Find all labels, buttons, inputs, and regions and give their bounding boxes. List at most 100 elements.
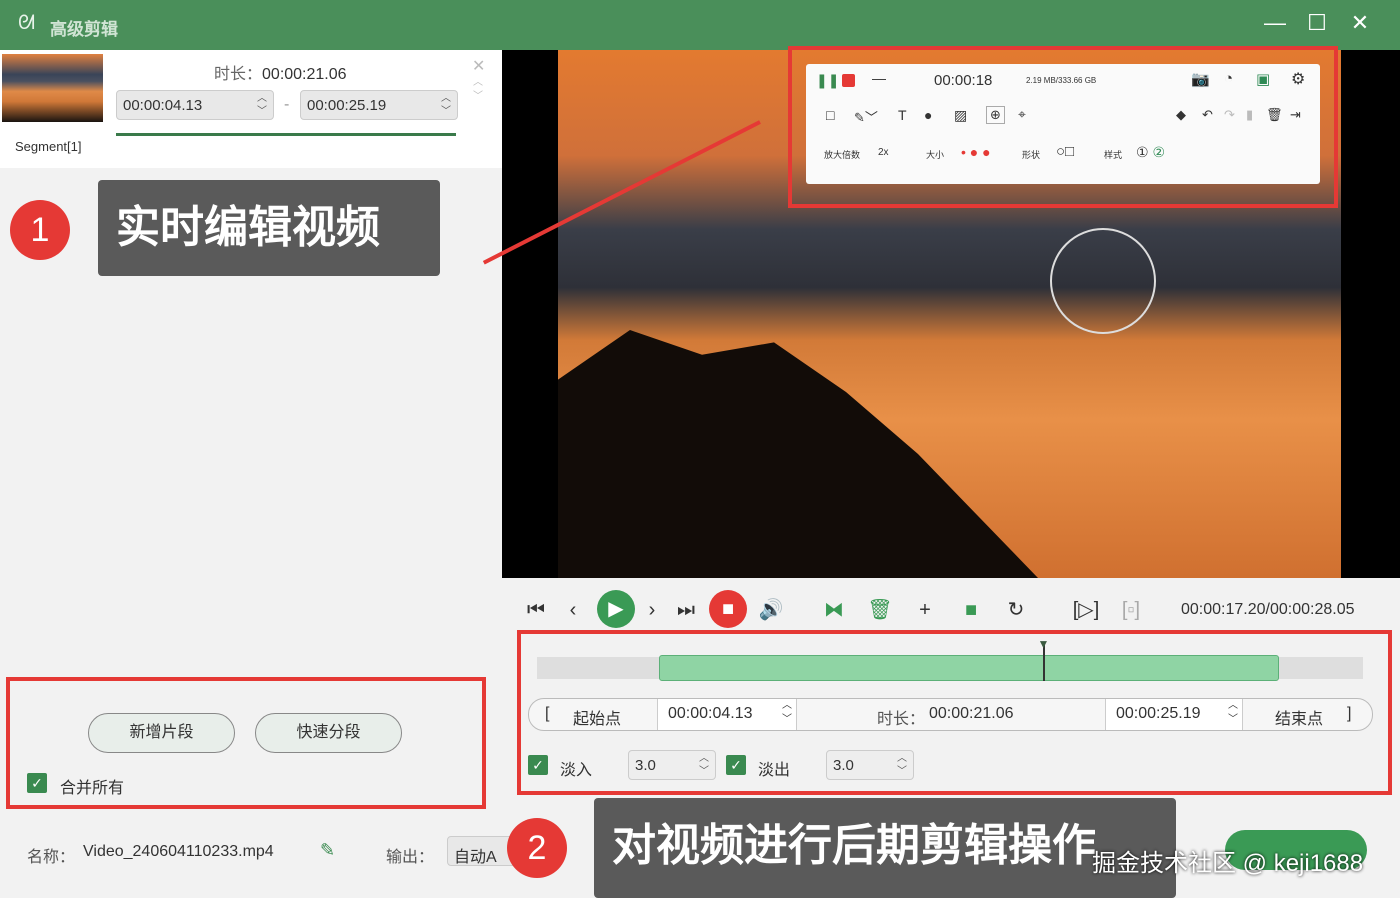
quick-split-button[interactable]: 快速分段	[255, 713, 402, 753]
fade-out-value: 3.0	[833, 757, 854, 774]
camera-icon[interactable]: 📷	[1191, 70, 1210, 88]
skip-start-icon[interactable]: ⏮	[520, 594, 552, 626]
add-icon[interactable]: +	[909, 594, 941, 626]
start-value: 00:00:04.13	[123, 97, 203, 114]
minimize-toolbar-icon[interactable]: —	[872, 70, 886, 86]
next-frame-icon[interactable]: ›	[636, 594, 668, 626]
callout-badge-1: 1	[10, 200, 70, 260]
trim-duration: 00:00:21.06	[929, 705, 1014, 722]
fade-in-checkbox[interactable]: ✓	[528, 755, 548, 775]
mark-in-icon[interactable]: [▷]	[1070, 594, 1102, 626]
timer-icon[interactable]: ◔	[1224, 70, 1233, 87]
timeline-selection[interactable]	[658, 655, 1279, 681]
trim-start-input[interactable]: 00:00:04.13 ︿ ﹀	[657, 699, 797, 730]
text-tool-icon[interactable]: T	[898, 107, 907, 123]
trim-end-input[interactable]: 00:00:25.19 ︿ ﹀	[1105, 699, 1243, 730]
merge-all-checkbox[interactable]: ✓	[27, 773, 47, 793]
zoom-label: 放大倍数	[824, 150, 861, 160]
tree-silhouette	[558, 330, 1038, 578]
volume-icon[interactable]: 🔊	[755, 594, 787, 626]
pause-icon[interactable]: ❚❚	[816, 72, 839, 89]
eraser-icon[interactable]: ◆	[1176, 107, 1186, 123]
spinner-arrows-icon[interactable]: ︿ ﹀	[699, 752, 709, 778]
zoom-tool-icon[interactable]: ⊕	[986, 106, 1005, 124]
playhead[interactable]: ▼	[1037, 637, 1049, 681]
blur-tool-icon[interactable]: ●	[924, 107, 932, 123]
redo-icon[interactable]: ↷	[1224, 107, 1235, 123]
file-name: Video_240604110233.mp4	[83, 843, 274, 860]
duration-label: 时长：	[214, 66, 263, 83]
close-button[interactable]: ✕	[1345, 10, 1375, 36]
edit-name-icon[interactable]: ✎	[320, 840, 335, 861]
zoom-lens-cursor	[1050, 228, 1156, 334]
move-segment-icon[interactable]: ︿ ﹀	[473, 76, 483, 104]
spinner-arrows-icon[interactable]: ︿ ﹀	[897, 752, 907, 778]
playback-time: 00:00:17.20/00:00:28.05	[1181, 601, 1355, 618]
trash-icon[interactable]: 🗑	[1266, 107, 1283, 123]
play-button[interactable]: ▶	[597, 590, 635, 628]
watermark: 掘金技术社区 @ keji1688	[1092, 850, 1364, 877]
spinner-arrows-icon[interactable]: ︿ ﹀	[257, 92, 267, 118]
fade-out-label: 淡出	[758, 762, 791, 779]
split-icon[interactable]: ⧓	[818, 594, 850, 626]
output-label: 输出：	[386, 849, 435, 866]
callout-badge-2: 2	[507, 818, 567, 878]
reset-icon[interactable]: ↻	[1000, 594, 1032, 626]
undo-icon[interactable]: ↶	[1202, 107, 1213, 123]
storage-info: 2.19 MB/333.66 GB	[1026, 76, 1097, 85]
minimize-button[interactable]: —	[1260, 10, 1290, 36]
callout-2: 对视频进行后期剪辑操作	[594, 798, 1176, 898]
spinner-arrows-icon[interactable]: ︿ ﹀	[782, 699, 792, 727]
exit-icon[interactable]: ⇥	[1290, 107, 1301, 123]
prev-frame-icon[interactable]: ‹	[557, 594, 589, 626]
window-title: 高级剪辑	[50, 20, 118, 39]
segment-end-input[interactable]: 00:00:25.19 ︿ ﹀	[300, 90, 458, 120]
fade-in-input[interactable]: 3.0 ︿ ﹀	[628, 750, 716, 780]
mark-out-icon[interactable]: [▫]	[1115, 594, 1147, 626]
size-options[interactable]: • ● ●	[961, 144, 991, 160]
zoom-select[interactable]: 2x	[878, 147, 889, 158]
segment-label: Segment[1]	[15, 139, 82, 154]
shape-options[interactable]: ○□	[1056, 143, 1074, 160]
duration-value: 00:00:21.06	[262, 66, 347, 83]
bracket-close: ]	[1347, 705, 1352, 722]
image-tool-icon[interactable]: ▨	[954, 107, 967, 124]
recorder-toolbar: ❚❚ — 00:00:18 2.19 MB/333.66 GB 📷 ◔ ▣ ⚙ …	[806, 64, 1320, 184]
delete-icon[interactable]: 🗑	[864, 594, 896, 626]
stop-record-icon[interactable]	[842, 74, 855, 87]
segment-progress	[116, 133, 456, 136]
remove-segment-icon[interactable]: ✕	[472, 56, 485, 76]
range-separator: -	[284, 96, 290, 113]
name-label: 名称：	[27, 849, 76, 866]
fade-out-checkbox[interactable]: ✓	[726, 755, 746, 775]
spinner-arrows-icon[interactable]: ︿ ﹀	[441, 92, 451, 118]
record-time: 00:00:18	[934, 72, 993, 89]
maximize-button[interactable]: ☐	[1302, 10, 1332, 36]
segment-start-input[interactable]: 00:00:04.13 ︿ ﹀	[116, 90, 274, 120]
stop-button[interactable]: ■	[709, 590, 747, 628]
title-bar: ᘛ 高级剪辑 — ☐ ✕	[0, 0, 1400, 50]
gear-icon[interactable]: ⚙	[1291, 69, 1305, 89]
rectangle-tool-icon[interactable]: □	[826, 107, 834, 123]
shape-label: 形状	[1022, 150, 1041, 160]
merge-all-label: 合并所有	[60, 780, 125, 797]
bracket-open: [	[545, 705, 550, 722]
clear-icon[interactable]: ▮	[1246, 107, 1253, 123]
set-start-button[interactable]: 起始点	[573, 705, 621, 729]
spotlight-tool-icon[interactable]: ⌖	[1018, 106, 1026, 123]
set-end-button[interactable]: 结束点	[1275, 705, 1323, 729]
segment-duration: 时长：00:00:21.06	[214, 60, 347, 84]
spinner-arrows-icon[interactable]: ︿ ﹀	[1228, 699, 1238, 727]
pen-tool-icon[interactable]: ✎﹀	[854, 107, 878, 126]
fade-out-input[interactable]: 3.0 ︿ ﹀	[826, 750, 914, 780]
toolbox-icon[interactable]: ▣	[1256, 70, 1270, 88]
output-value: 自动A	[454, 849, 497, 866]
trim-start-value: 00:00:04.13	[668, 705, 753, 722]
skip-end-icon[interactable]: ⏭	[670, 594, 702, 626]
style-options[interactable]: ① ②	[1136, 144, 1165, 161]
add-segment-button[interactable]: 新增片段	[88, 713, 235, 753]
copy-icon[interactable]: ■	[955, 594, 987, 626]
size-label: 大小	[926, 150, 945, 160]
timeline-track[interactable]: ▼	[537, 637, 1363, 681]
playhead-marker-icon[interactable]: ▼	[1037, 637, 1049, 651]
